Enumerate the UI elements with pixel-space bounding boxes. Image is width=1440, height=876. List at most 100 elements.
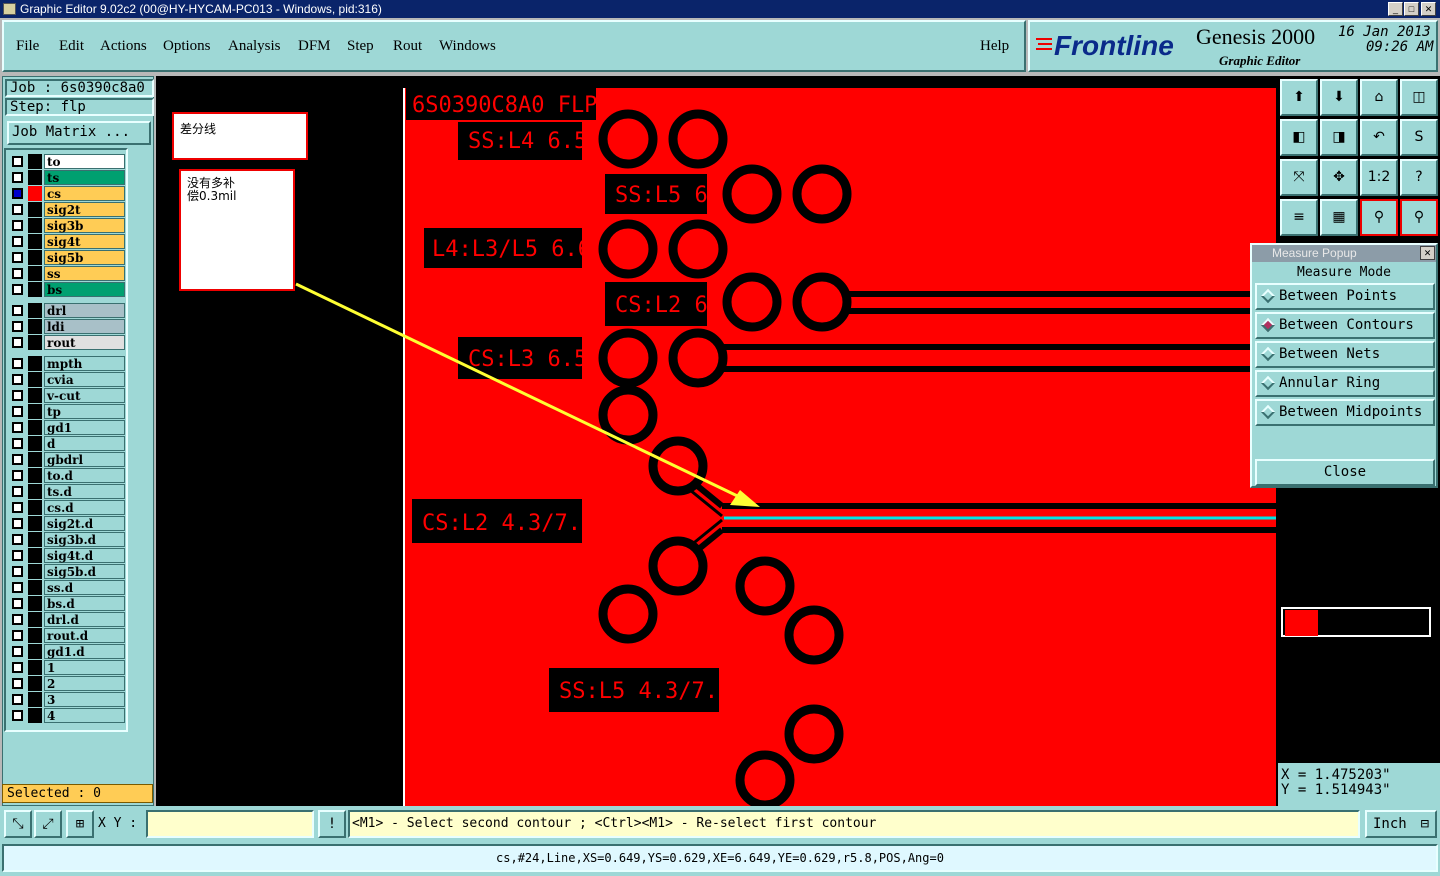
rotate-icon[interactable]: ↶ — [1360, 119, 1398, 156]
measure-mode-icon[interactable]: ⤢ — [34, 810, 62, 838]
layer-affected-marker[interactable] — [28, 420, 42, 435]
measure-option-between-contours[interactable]: Between Contours — [1255, 312, 1435, 339]
layer-name[interactable]: ts — [44, 170, 125, 185]
layer-row-sig2t[interactable]: sig2t — [8, 202, 128, 217]
layer-checkbox[interactable] — [12, 662, 23, 673]
layer-name[interactable]: sig3b — [44, 218, 125, 233]
layer-affected-marker[interactable] — [28, 612, 42, 627]
layer-checkbox[interactable] — [12, 598, 23, 609]
menu-dfm[interactable]: DFM — [298, 38, 331, 55]
layer-checkbox[interactable] — [12, 534, 23, 545]
layer-row-rout.d[interactable]: rout.d — [8, 628, 128, 643]
layer-affected-marker[interactable] — [28, 500, 42, 515]
layer-name[interactable]: 3 — [44, 692, 125, 707]
ratio-icon[interactable]: 1:2 — [1360, 159, 1398, 196]
layer-checkbox[interactable] — [12, 550, 23, 561]
radio-diamond-icon[interactable] — [1260, 346, 1276, 362]
graphic-canvas[interactable]: 6S0390C8A0 FLP SS:L4 6.5 SS:L5 6 L4:L3/L… — [156, 76, 1278, 806]
layer-name[interactable]: sig2t.d — [44, 516, 125, 531]
layer-affected-marker[interactable] — [28, 186, 42, 201]
layer-name[interactable]: to.d — [44, 468, 125, 483]
grid-icon[interactable]: ▦ — [1320, 199, 1358, 236]
layer-row-bs[interactable]: bs — [8, 282, 128, 297]
layer-checkbox[interactable] — [12, 470, 23, 481]
layer-row-cvia[interactable]: cvia — [8, 372, 128, 387]
layer-checkbox[interactable] — [12, 710, 23, 721]
layer-row-4[interactable]: 4 — [8, 708, 128, 723]
layer-row-2[interactable]: 2 — [8, 676, 128, 691]
menu-windows[interactable]: Windows — [439, 38, 496, 55]
layer-checkbox[interactable] — [12, 358, 23, 369]
layer-row-sig3b[interactable]: sig3b — [8, 218, 128, 233]
layer-checkbox[interactable] — [12, 172, 23, 183]
layer-name[interactable]: bs.d — [44, 596, 125, 611]
layer-row-to[interactable]: to — [8, 154, 128, 169]
layer-checkbox[interactable] — [12, 236, 23, 247]
measure-option-between-midpoints[interactable]: Between Midpoints — [1255, 399, 1435, 426]
layer-affected-marker[interactable] — [28, 596, 42, 611]
layer-name[interactable]: cvia — [44, 372, 125, 387]
layer-affected-marker[interactable] — [28, 266, 42, 281]
layer-checkbox[interactable] — [12, 252, 23, 263]
measure-option-annular-ring[interactable]: Annular Ring — [1255, 370, 1435, 397]
layer-name[interactable]: sig5b.d — [44, 564, 125, 579]
layer-row-ss.d[interactable]: ss.d — [8, 580, 128, 595]
layer-name[interactable]: rout.d — [44, 628, 125, 643]
layer-name[interactable]: ss.d — [44, 580, 125, 595]
menu-options[interactable]: Options — [163, 38, 211, 55]
layer-checkbox[interactable] — [12, 220, 23, 231]
board-drawing[interactable]: 6S0390C8A0 FLP SS:L4 6.5 SS:L5 6 L4:L3/L… — [156, 76, 1278, 806]
layer-name[interactable]: sig4t — [44, 234, 125, 249]
radio-diamond-icon[interactable] — [1260, 375, 1276, 391]
menu-actions[interactable]: Actions — [100, 38, 147, 55]
layer-checkbox[interactable] — [12, 204, 23, 215]
layer-row-sig4t.d[interactable]: sig4t.d — [8, 548, 128, 563]
layer-name[interactable]: 1 — [44, 660, 125, 675]
layer-affected-marker[interactable] — [28, 372, 42, 387]
measure-option-between-points[interactable]: Between Points — [1255, 283, 1435, 310]
layer-affected-marker[interactable] — [28, 154, 42, 169]
layer-row-ts.d[interactable]: ts.d — [8, 484, 128, 499]
layer-checkbox[interactable] — [12, 337, 23, 348]
layer-row-mpth[interactable]: mpth — [8, 356, 128, 371]
layer-checkbox[interactable] — [12, 454, 23, 465]
layer-checkbox[interactable] — [12, 630, 23, 641]
layer-checkbox[interactable] — [12, 406, 23, 417]
layer-name[interactable]: gbdrl — [44, 452, 125, 467]
ruler-icon[interactable]: ≡ — [1280, 199, 1318, 236]
job-matrix-button[interactable]: Job Matrix ... — [7, 121, 151, 145]
layer-affected-marker[interactable] — [28, 548, 42, 563]
grid-mode-icon[interactable]: ⊞ — [66, 810, 94, 838]
layer-affected-marker[interactable] — [28, 335, 42, 350]
layer-name[interactable]: tp — [44, 404, 125, 419]
radio-diamond-icon[interactable] — [1260, 317, 1276, 333]
layer-checkbox[interactable] — [12, 646, 23, 657]
layer-name[interactable]: gd1.d — [44, 644, 125, 659]
layer-name[interactable]: ss — [44, 266, 125, 281]
minimize-button[interactable]: _ — [1388, 2, 1403, 16]
center-icon[interactable]: ✥ — [1320, 159, 1358, 196]
layer-row-v-cut[interactable]: v-cut — [8, 388, 128, 403]
layer-name[interactable]: sig2t — [44, 202, 125, 217]
radio-diamond-icon[interactable] — [1260, 404, 1276, 420]
layer-name[interactable]: to — [44, 154, 125, 169]
layer-row-sig5b.d[interactable]: sig5b.d — [8, 564, 128, 579]
layer-name[interactable]: cs.d — [44, 500, 125, 515]
layer-row-gd1[interactable]: gd1 — [8, 420, 128, 435]
layer-checkbox[interactable] — [12, 518, 23, 529]
layer-checkbox[interactable] — [12, 156, 23, 167]
layer-name[interactable]: ldi — [44, 319, 125, 334]
zoom-home-icon[interactable]: ⬆ — [1280, 79, 1318, 116]
layer-row-gbdrl[interactable]: gbdrl — [8, 452, 128, 467]
layer-name[interactable]: bs — [44, 282, 125, 297]
snap-icon[interactable]: S — [1400, 119, 1438, 156]
layer-row-ts[interactable]: ts — [8, 170, 128, 185]
layer-name[interactable]: drl.d — [44, 612, 125, 627]
layer-row-gd1.d[interactable]: gd1.d — [8, 644, 128, 659]
layer-affected-marker[interactable] — [28, 452, 42, 467]
layer-row-drl.d[interactable]: drl.d — [8, 612, 128, 627]
layer-row-d[interactable]: d — [8, 436, 128, 451]
layer-name[interactable]: gd1 — [44, 420, 125, 435]
layer-affected-marker[interactable] — [28, 532, 42, 547]
layer-checkbox[interactable] — [12, 678, 23, 689]
